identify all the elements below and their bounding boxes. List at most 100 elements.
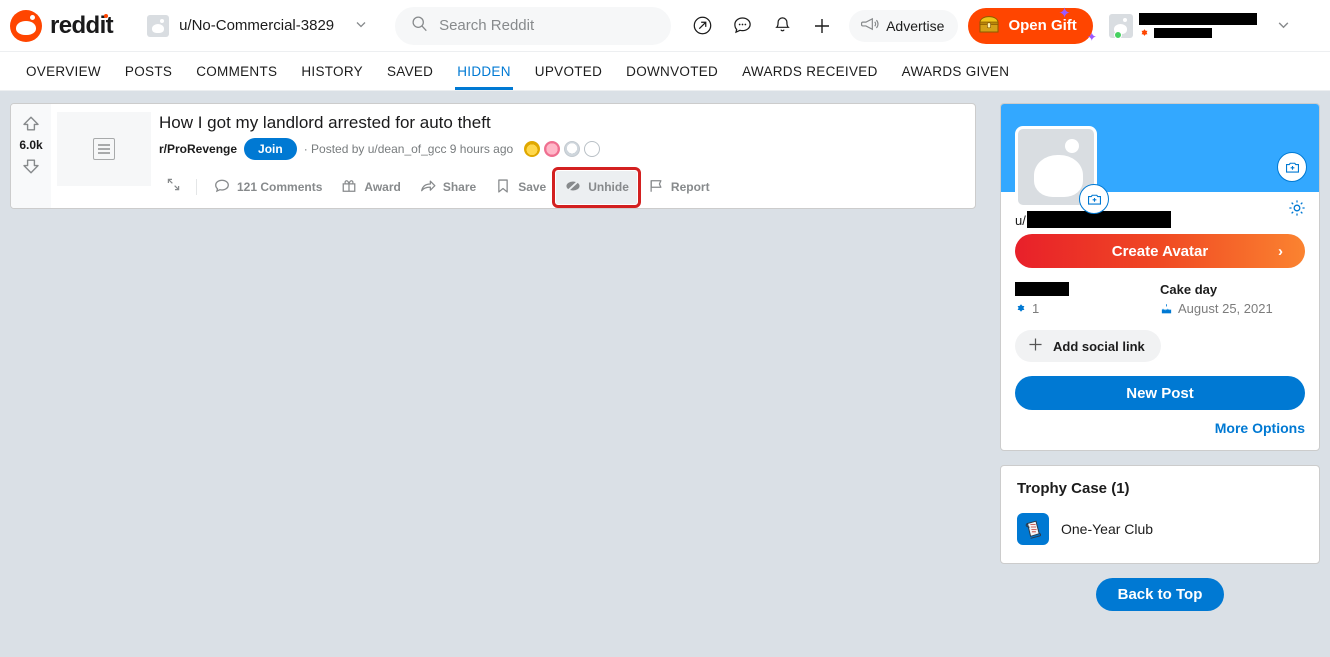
chat-icon[interactable] — [725, 9, 759, 43]
tab-posts[interactable]: POSTS — [113, 52, 184, 90]
profile-username-row: u/ — [1015, 202, 1305, 228]
popular-arrow-icon[interactable] — [685, 9, 719, 43]
wholesome-award-badge[interactable] — [584, 141, 601, 157]
award-badges — [524, 141, 601, 157]
search-bar[interactable] — [395, 6, 672, 45]
account-details — [1138, 12, 1257, 39]
cake-day-stat: Cake day August 25, 2021 — [1160, 282, 1305, 316]
post-feed: 6.0k How I got my landlord arrested for … — [10, 103, 976, 656]
post-title[interactable]: How I got my landlord arrested for auto … — [159, 112, 967, 133]
tab-awards-received[interactable]: AWARDS RECEIVED — [730, 52, 890, 90]
tab-awards-given[interactable]: AWARDS GIVEN — [890, 52, 1022, 90]
gear-icon[interactable] — [1287, 198, 1307, 223]
tab-comments[interactable]: COMMENTS — [184, 52, 289, 90]
create-avatar-button[interactable]: Create Avatar › — [1015, 234, 1305, 268]
user-switcher-dropdown[interactable]: u/No-Commercial-3829 — [141, 11, 373, 41]
chevron-right-icon: › — [1278, 242, 1283, 260]
create-avatar-label: Create Avatar — [1111, 242, 1209, 260]
join-button[interactable]: Join — [244, 138, 297, 160]
comment-bubble-icon — [213, 177, 231, 198]
profile-sidebar: u/ Create Avatar › 1 Cake day August 25,… — [1000, 103, 1320, 656]
reddit-logo-icon — [10, 9, 42, 42]
trophy-case-card: Trophy Case (1) One-Year Club — [1000, 465, 1320, 564]
brand-wordmark: reddit — [50, 12, 115, 40]
upvote-arrow-icon[interactable] — [19, 112, 43, 136]
back-to-top-button[interactable]: Back to Top — [1095, 578, 1225, 611]
account-karma-redacted — [1153, 28, 1212, 38]
camera-plus-icon[interactable] — [1277, 152, 1307, 182]
karma-stat: 1 — [1015, 282, 1160, 316]
karma-icon — [1017, 303, 1025, 312]
tab-hidden[interactable]: HIDDEN — [445, 52, 523, 90]
search-icon — [411, 15, 428, 37]
new-post-button[interactable]: New Post — [1015, 376, 1305, 410]
post-thumbnail[interactable] — [57, 112, 151, 186]
tab-downvoted[interactable]: DOWNVOTED — [614, 52, 730, 90]
unhide-label: Unhide — [588, 180, 629, 194]
top-navigation-bar: reddit u/No-Commercial-3829 Search Reddi… — [0, 0, 1330, 52]
cake-day-value-row: August 25, 2021 — [1160, 301, 1305, 316]
expand-arrows-icon[interactable] — [159, 170, 188, 204]
tab-saved[interactable]: SAVED — [375, 52, 445, 90]
award-gift-icon — [340, 177, 358, 198]
pink-award-badge[interactable] — [544, 141, 561, 157]
report-button[interactable]: Report — [639, 171, 718, 204]
share-label: Share — [442, 180, 477, 194]
profile-stats: 1 Cake day August 25, 2021 — [1015, 282, 1305, 316]
save-button[interactable]: Save — [486, 171, 554, 204]
account-chevron-down-icon[interactable] — [1277, 18, 1290, 34]
save-label: Save — [518, 180, 547, 194]
camera-plus-icon[interactable] — [1079, 184, 1109, 214]
header-icon-group — [685, 9, 839, 43]
vote-column: 6.0k — [11, 104, 51, 208]
karma-value-row: 1 — [1015, 301, 1160, 316]
tab-upvoted[interactable]: UPVOTED — [523, 52, 614, 90]
megaphone-icon — [860, 16, 879, 36]
tab-overview[interactable]: OVERVIEW — [14, 52, 113, 90]
share-button[interactable]: Share — [411, 171, 484, 204]
share-arrow-icon — [419, 177, 437, 198]
more-options-link[interactable]: More Options — [1015, 420, 1305, 436]
add-social-link-button[interactable]: Add social link — [1015, 330, 1161, 362]
page-body: 6.0k How I got my landlord arrested for … — [0, 91, 1330, 656]
avatar — [1108, 13, 1133, 39]
post-card: 6.0k How I got my landlord arrested for … — [10, 103, 976, 209]
profile-tab-bar: OVERVIEW POSTS COMMENTS HISTORY SAVED HI… — [0, 52, 1330, 91]
unhide-button[interactable]: Unhide — [552, 166, 641, 208]
downvote-arrow-icon[interactable] — [19, 154, 43, 178]
create-post-plus-icon[interactable] — [805, 9, 839, 43]
report-label: Report — [670, 180, 710, 194]
open-gift-button[interactable]: Open Gift — [968, 7, 1093, 44]
cake-day-label: Cake day — [1160, 282, 1218, 297]
profile-banner — [1001, 104, 1319, 214]
brand-dot-icon — [104, 13, 109, 18]
list-item[interactable]: One-Year Club — [1001, 507, 1319, 563]
post-score: 6.0k — [19, 138, 43, 152]
text-post-icon — [93, 138, 115, 160]
treasure-chest-icon — [977, 13, 1001, 39]
award-button[interactable]: Award — [332, 171, 408, 204]
post-meta: r/ProRevenge Join · Posted by u/dean_of_… — [159, 138, 967, 160]
karma-label-redacted — [1015, 282, 1069, 296]
username-redacted — [1026, 211, 1171, 228]
notifications-bell-icon[interactable] — [765, 9, 799, 43]
search-input[interactable] — [439, 17, 656, 34]
comments-button[interactable]: 121 Comments — [205, 171, 330, 204]
subreddit-link[interactable]: r/ProRevenge — [159, 142, 237, 156]
cake-icon — [1161, 304, 1172, 314]
award-label: Award — [364, 180, 401, 194]
comments-label: 121 Comments — [237, 180, 323, 194]
open-gift-container: ✦ ✦ Open Gift — [968, 5, 1097, 44]
tab-history[interactable]: HISTORY — [289, 52, 375, 90]
back-to-top-container: Back to Top — [1000, 578, 1320, 611]
advertise-button[interactable]: Advertise — [849, 9, 959, 42]
reddit-home-link[interactable]: reddit — [10, 9, 115, 42]
silver-award-badge[interactable] — [564, 141, 581, 157]
gold-award-badge[interactable] — [524, 141, 541, 157]
username-prefix: u/ — [1015, 213, 1026, 228]
open-gift-label: Open Gift — [1008, 17, 1077, 34]
bookmark-icon — [494, 177, 512, 198]
account-menu-button[interactable] — [1105, 10, 1261, 42]
plus-icon — [1027, 336, 1044, 356]
post-content: How I got my landlord arrested for auto … — [151, 104, 975, 208]
